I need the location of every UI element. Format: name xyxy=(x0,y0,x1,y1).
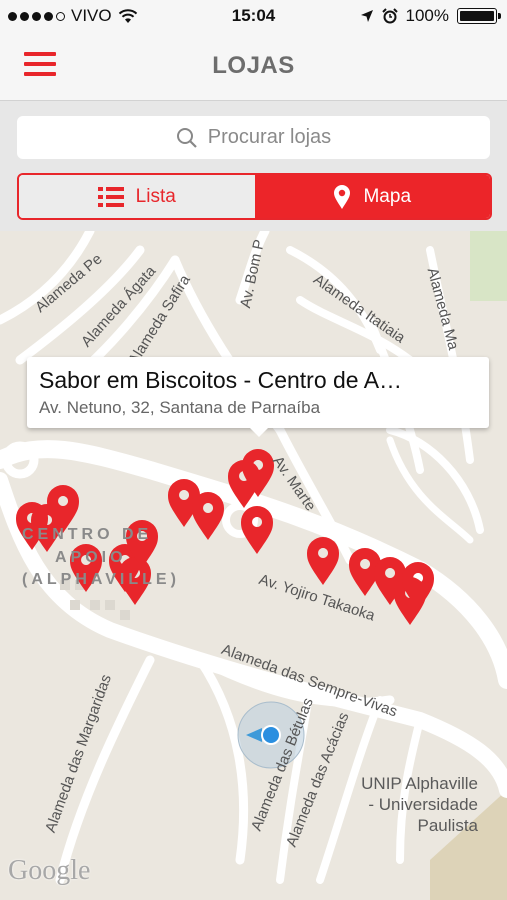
google-logo: Google xyxy=(8,855,91,886)
tab-mapa[interactable]: Mapa xyxy=(254,175,490,218)
search-input[interactable]: Procurar lojas xyxy=(17,116,490,159)
store-callout[interactable]: Sabor em Biscoitos - Centro de A… Av. Ne… xyxy=(27,357,489,437)
search-placeholder: Procurar lojas xyxy=(207,126,332,148)
search-area: Procurar lojas Lista Mapa xyxy=(0,101,507,231)
page-title: LOJAS xyxy=(212,52,295,79)
status-bar: VIVO 15:04 100% xyxy=(0,0,507,32)
callout-address: Av. Netuno, 32, Santana de Parnaíba xyxy=(39,398,321,417)
navigation-bar: LOJAS xyxy=(0,32,507,101)
battery-icon xyxy=(457,8,501,24)
tab-mapa-label: Mapa xyxy=(363,185,412,207)
callout-title: Sabor em Biscoitos - Centro de A… xyxy=(39,367,403,393)
district-label: APOIO xyxy=(55,549,127,566)
location-arrow-icon xyxy=(360,10,373,22)
map-pin-icon xyxy=(334,184,351,209)
search-icon xyxy=(176,127,197,148)
tab-lista-label: Lista xyxy=(135,185,176,207)
battery-percent: 100% xyxy=(405,6,449,25)
list-icon xyxy=(97,186,124,207)
district-label: CENTRO DE xyxy=(22,526,153,543)
view-segmented-control: Lista Mapa xyxy=(17,173,492,220)
alarm-icon xyxy=(381,8,398,24)
poi-label: UNIP Alphaville - Universidade Paulista xyxy=(361,774,478,835)
district-label: (ALPHAVILLE) xyxy=(22,571,180,588)
tab-lista[interactable]: Lista xyxy=(19,175,255,218)
